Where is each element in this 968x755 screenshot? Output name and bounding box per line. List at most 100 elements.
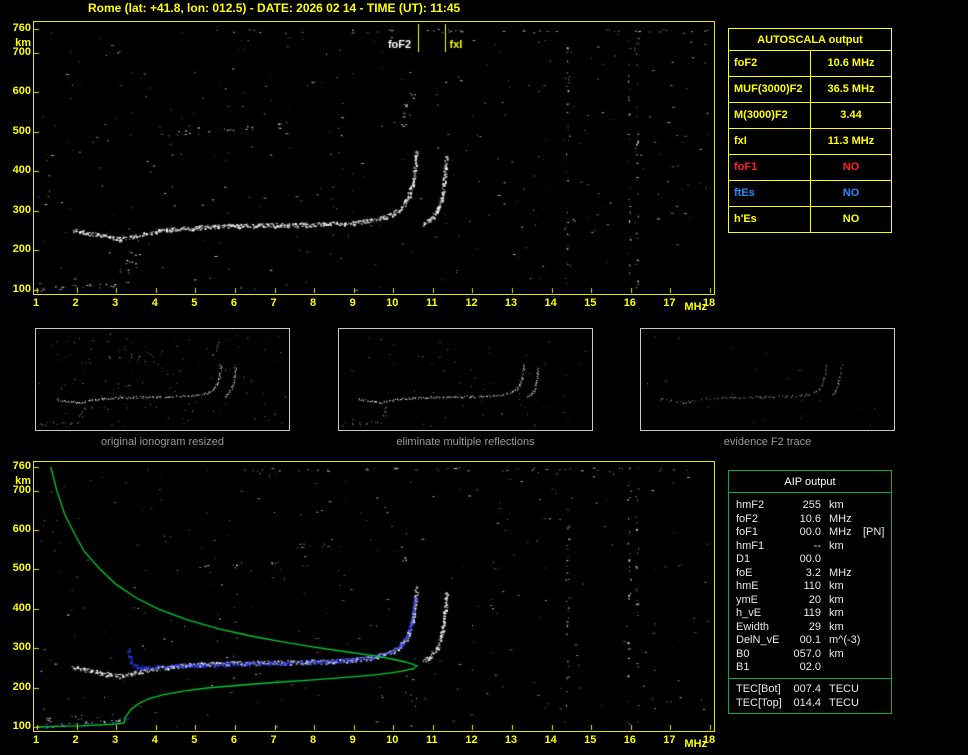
y-tick-label: 100 [12, 720, 31, 732]
aip-parameter-label: hmE [736, 580, 759, 592]
aip-parameter-value: 00.0 [799, 526, 821, 538]
x-tick-label: 2 [72, 297, 79, 309]
autoscala-parameter-value: 10.6 MHz [827, 57, 875, 69]
aip-table-rows: hmF2 255 km foF2 10.6 MHz foF1 00.0 MHz [PN] hmF1 -… [729, 493, 891, 678]
autoscala-parameter-label: ftEs [729, 181, 811, 206]
aip-parameter-value: 110 [803, 580, 821, 592]
aip-parameter-extra [863, 580, 891, 594]
thumbnail-original-ionogram [35, 328, 290, 431]
aip-row-ewidth: Ewidth 29 km [729, 621, 891, 635]
aip-row-hmf1: hmF1 -- km [729, 540, 891, 554]
y-axis-unit-label: km [15, 475, 31, 487]
aip-parameter-extra [863, 634, 891, 648]
aip-parameter-extra [863, 513, 891, 527]
aip-row-fof2: foF2 10.6 MHz [729, 513, 891, 527]
aip-parameter-unit: m^(-3) [829, 634, 861, 646]
thumbnail-multiples-canvas [339, 329, 592, 430]
aip-row-foe: foE 3.2 MHz [729, 567, 891, 581]
y-tick-label: 600 [12, 85, 31, 98]
x-tick-label: 7 [270, 297, 277, 309]
aip-tec-value: 007.4 [793, 682, 821, 695]
aip-parameter-value: 20 [808, 593, 821, 606]
aip-parameter-label: B1 [736, 661, 750, 673]
aip-row-deln-ve: DelN_vE 00.1 m^(-3) [729, 634, 891, 648]
x-tick-label: 9 [349, 297, 356, 309]
autoscala-parameter-value: 11.3 MHz [827, 135, 875, 147]
aip-parameter-unit: km [829, 620, 844, 633]
aip-parameter-extra [863, 553, 891, 567]
aip-parameter-value: 10.6 [799, 512, 821, 525]
aip-parameter-value: 3.2 [805, 566, 821, 579]
autoscala-parameter-label: M(3000)F2 [729, 103, 811, 128]
x-tick-label: 5 [191, 297, 198, 309]
aip-parameter-unit: km [829, 607, 844, 619]
autoscala-row-h-es: h'Es NO [729, 207, 891, 232]
y-axis-unit-label: km [15, 37, 31, 49]
aip-parameter-label: hmF1 [736, 539, 765, 552]
autoscala-row-ftes: ftEs NO [729, 181, 891, 207]
x-tick-label: 13 [504, 297, 518, 309]
aip-row-hme: hmE 110 km [729, 580, 891, 594]
aip-parameter-value: -- [813, 539, 821, 552]
y-tick-label: 500 [12, 562, 31, 575]
x-tick-label: 14 [544, 734, 557, 746]
aip-row-d1: D1 00.0 [729, 553, 891, 567]
aip-table-title: AIP output [729, 471, 891, 493]
x-tick-label: 9 [349, 734, 356, 746]
autoscala-parameter-label: foF1 [729, 155, 811, 180]
bottom-ionogram-canvas [34, 462, 714, 731]
aip-parameter-extra [863, 661, 891, 675]
x-tick-label: 16 [623, 734, 636, 746]
aip-parameter-unit: km [829, 593, 844, 606]
x-tick-label: 15 [584, 297, 597, 309]
x-tick-label: 11 [426, 734, 438, 746]
y-tick-label: 760 [12, 22, 31, 34]
y-tick-label: 500 [12, 124, 31, 137]
aip-output-table: AIP output hmF2 255 km foF2 10.6 MHz foF1 00.0 M… [728, 470, 892, 714]
x-tick-label: 6 [230, 297, 237, 309]
x-tick-label: 8 [310, 734, 317, 746]
autoscala-row-fof2: foF2 10.6 MHz [729, 51, 891, 77]
page-title: Rome (lat: +41.8, lon: 012.5) - DATE: 20… [88, 1, 461, 15]
aip-row-h-ve: h_vE 119 km [729, 607, 891, 621]
aip-parameter-value: 255 [802, 499, 821, 511]
aip-parameter-value: 00.0 [799, 553, 821, 565]
aip-parameter-extra: [PN] [863, 526, 885, 538]
aip-parameter-unit: km [829, 580, 844, 592]
x-axis-unit-label: MHz [684, 738, 708, 750]
x-tick-label: 12 [465, 297, 478, 309]
aip-parameter-unit [821, 553, 863, 567]
aip-parameter-label: D1 [736, 553, 751, 565]
thumbnail-f2-canvas [641, 329, 894, 430]
x-tick-label: 17 [663, 297, 676, 309]
aip-parameter-label: ymE [736, 593, 758, 606]
y-tick-label: 200 [12, 680, 31, 693]
aip-parameter-unit: km [829, 539, 844, 552]
y-tick-label: 300 [12, 641, 31, 654]
y-tick-label: 100 [12, 283, 31, 295]
x-tick-label: 5 [191, 734, 198, 746]
x-tick-label: 8 [310, 297, 317, 309]
autoscala-row-fxi: fxI 11.3 MHz [729, 129, 891, 155]
y-tick-label: 760 [12, 460, 31, 472]
autoscala-parameter-label: h'Es [729, 207, 811, 232]
aip-row-b1: B1 02.0 [729, 661, 891, 675]
aip-parameter-extra [863, 594, 891, 608]
x-tick-label: 16 [623, 297, 636, 309]
aip-parameter-value: 02.0 [799, 661, 821, 673]
x-tick-label: 15 [584, 734, 597, 746]
aip-parameter-extra [863, 540, 891, 554]
aip-parameter-extra [863, 648, 891, 662]
aip-parameter-label: foF1 [736, 526, 759, 538]
autoscala-parameter-value: 36.5 MHz [827, 83, 875, 95]
x-tick-label: 4 [151, 734, 158, 746]
aip-parameter-label: h_vE [736, 607, 762, 619]
x-tick-label: 11 [426, 297, 438, 309]
aip-parameter-label: B0 [736, 647, 750, 660]
y-tick-label: 600 [12, 523, 31, 536]
autoscala-parameter-value: 3.44 [840, 109, 862, 121]
top-ionogram-canvas [34, 22, 714, 294]
x-tick-label: 10 [386, 734, 399, 746]
aip-parameter-unit [821, 661, 863, 675]
x-tick-label: 3 [112, 734, 119, 746]
